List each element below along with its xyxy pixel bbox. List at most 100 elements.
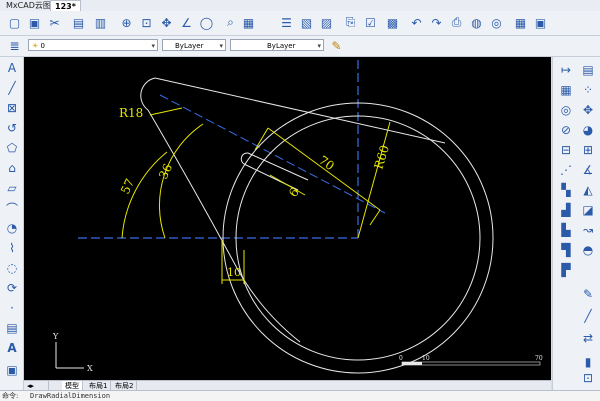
- align-icon[interactable]: ✎: [579, 285, 597, 303]
- save-icon[interactable]: ▤: [70, 14, 87, 31]
- dim-r18-text: R18: [119, 106, 143, 120]
- move-icon[interactable]: ↦: [557, 61, 575, 79]
- hatch-icon[interactable]: ▱: [3, 179, 21, 197]
- redo-icon[interactable]: ↷: [428, 14, 445, 31]
- draw-toolbar: A ╱ ⊠ ↺ ⬠ ⌂ ▱ ⌒ ◔ ⌇ ◌ ⟳ · ▤ A ▣: [0, 57, 24, 390]
- scale-start: 0: [399, 355, 403, 362]
- explode-icon[interactable]: ▜: [557, 241, 575, 259]
- new-file-icon[interactable]: ▢: [6, 14, 23, 31]
- table-icon[interactable]: ▦: [240, 14, 257, 31]
- open-icon[interactable]: ▣: [26, 14, 43, 31]
- text-style-icon[interactable]: A: [3, 339, 21, 357]
- dim-r60-text: R60: [371, 144, 391, 171]
- dim-r60-leader: [357, 121, 391, 239]
- spline-icon[interactable]: ⌂: [3, 159, 21, 177]
- save-as-icon[interactable]: ▥: [92, 14, 109, 31]
- rotate-icon[interactable]: ⁘: [579, 81, 597, 99]
- join-icon[interactable]: ◭: [579, 181, 597, 199]
- pan-icon[interactable]: ✥: [158, 14, 175, 31]
- mirror-icon[interactable]: ✥: [579, 101, 597, 119]
- layer-value: 0: [40, 42, 45, 50]
- color-value: ByLayer: [175, 42, 204, 50]
- slot-end-arc: [240, 152, 249, 165]
- dim-36-text: 36: [156, 162, 175, 182]
- chamfer-icon[interactable]: ⊞: [579, 141, 597, 159]
- rotate-icon[interactable]: ⊡: [579, 369, 597, 387]
- array-icon[interactable]: ▙: [557, 221, 575, 239]
- break-icon[interactable]: ▛: [557, 261, 575, 279]
- stretch-icon[interactable]: ↝: [579, 221, 597, 239]
- offset-icon[interactable]: ▦: [557, 81, 575, 99]
- list-icon[interactable]: ☰: [278, 14, 295, 31]
- ellipse-icon[interactable]: ◌: [3, 259, 21, 277]
- linetype-select[interactable]: ByLayer ▾: [230, 39, 324, 51]
- globe-icon[interactable]: ◍: [468, 14, 485, 31]
- properties-toolbar: ≣ ☀ 0 ▾ ByLayer ▾ ByLayer ▾ ✎: [0, 36, 600, 57]
- zoom-icon[interactable]: ⊕: [118, 14, 135, 31]
- app-name: MxCAD云图: [6, 1, 51, 10]
- ucs-x-label: X: [87, 364, 93, 373]
- polyline-icon[interactable]: ◔: [3, 219, 21, 237]
- pdf-icon[interactable]: ▨: [318, 14, 335, 31]
- image-insert-icon[interactable]: ▣: [3, 361, 21, 379]
- mtext-icon[interactable]: ▤: [3, 319, 21, 337]
- fillet-icon[interactable]: ⊟: [557, 141, 575, 159]
- line-icon[interactable]: ╱: [3, 79, 21, 97]
- arc-icon[interactable]: ↺: [3, 119, 21, 137]
- move-icon[interactable]: ╱: [579, 307, 597, 325]
- scale-mid: 10: [422, 355, 430, 362]
- check-icon[interactable]: ☑: [362, 14, 379, 31]
- extend-icon[interactable]: ◕: [579, 121, 597, 139]
- copy-icon[interactable]: ▤: [579, 61, 597, 79]
- copy-icon[interactable]: ⇄: [579, 329, 597, 347]
- dim-10-text: 10: [227, 266, 241, 279]
- modify-toolbar: ↦ ▤ ▦ ⁘ ◎ ✥ ⊘ ◕ ⊟ ⊞ ⋰ ∡ ▚ ◭ ▟ ◪ ▙ ↝ ▜ ◓ …: [552, 57, 600, 390]
- main-toolbar: ▢ ▣ ✂ ▤ ▥ ⊕ ⊡ ✥ ∠ ◯ ⌕ ▦ ☰ ▧ ▨ ⎘ ☑ ▩ ↶ ↷ …: [0, 11, 600, 36]
- dim-70-text: 70: [316, 153, 337, 173]
- layer-icon[interactable]: ▧: [298, 14, 315, 31]
- layer-manager-icon[interactable]: ≣: [6, 37, 23, 54]
- measure-icon[interactable]: ∠: [178, 14, 195, 31]
- circle-icon[interactable]: ◯: [198, 14, 215, 31]
- center-line-diagonal: [159, 94, 386, 214]
- dim-r18-leader: [149, 107, 183, 116]
- circle-draw-icon[interactable]: ⌒: [3, 199, 21, 217]
- calculator-icon[interactable]: ▦: [512, 14, 529, 31]
- drawing-canvas[interactable]: R18 57 36 70 R60 6 10 X Y 0 10 70: [24, 57, 551, 380]
- image-icon[interactable]: ▣: [532, 14, 549, 31]
- array-icon[interactable]: ⋰: [557, 161, 575, 179]
- pdf-icon[interactable]: ⎘: [342, 14, 359, 31]
- polygon-icon[interactable]: ⬠: [3, 139, 21, 157]
- explode-icon[interactable]: ▚: [557, 181, 575, 199]
- chevron-down-icon: ▾: [317, 42, 321, 50]
- globe-icon[interactable]: ◎: [488, 14, 505, 31]
- trim-icon[interactable]: ⊘: [557, 121, 575, 139]
- text-icon[interactable]: A: [3, 59, 21, 77]
- rectangle-icon[interactable]: ⊠: [3, 99, 21, 117]
- ucs-y-label: Y: [52, 332, 59, 341]
- match-properties-icon[interactable]: ✎: [328, 37, 345, 54]
- dim-70-ext-2: [369, 209, 381, 226]
- break-icon[interactable]: ▟: [557, 201, 575, 219]
- point-icon[interactable]: ⟳: [3, 279, 21, 297]
- printer-icon[interactable]: ⎙: [448, 14, 465, 31]
- cut-icon[interactable]: ✂: [46, 14, 63, 31]
- stretch-icon[interactable]: ∡: [579, 161, 597, 179]
- zoom-extents-icon[interactable]: ⊡: [138, 14, 155, 31]
- chevron-down-icon: ▾: [219, 42, 223, 50]
- image-icon[interactable]: ▩: [384, 14, 401, 31]
- scale-bar-segment: [402, 362, 422, 365]
- color-select[interactable]: ByLayer ▾: [162, 39, 226, 51]
- scale-bar: [401, 361, 541, 366]
- undo-icon[interactable]: ↶: [408, 14, 425, 31]
- align-icon[interactable]: ◪: [579, 201, 597, 219]
- drawing-svg: R18 57 36 70 R60 6 10 X Y 0 10 70: [52, 60, 543, 374]
- query-icon[interactable]: ⌕: [222, 14, 239, 31]
- chevron-down-icon: ▾: [151, 42, 155, 50]
- block-icon[interactable]: ·: [3, 299, 21, 317]
- scale-end: 70: [535, 355, 543, 362]
- layer-select[interactable]: ☀ 0 ▾: [28, 39, 158, 51]
- join-icon[interactable]: ◓: [579, 241, 597, 259]
- revcloud-icon[interactable]: ⌇: [3, 239, 21, 257]
- scale-icon[interactable]: ◎: [557, 101, 575, 119]
